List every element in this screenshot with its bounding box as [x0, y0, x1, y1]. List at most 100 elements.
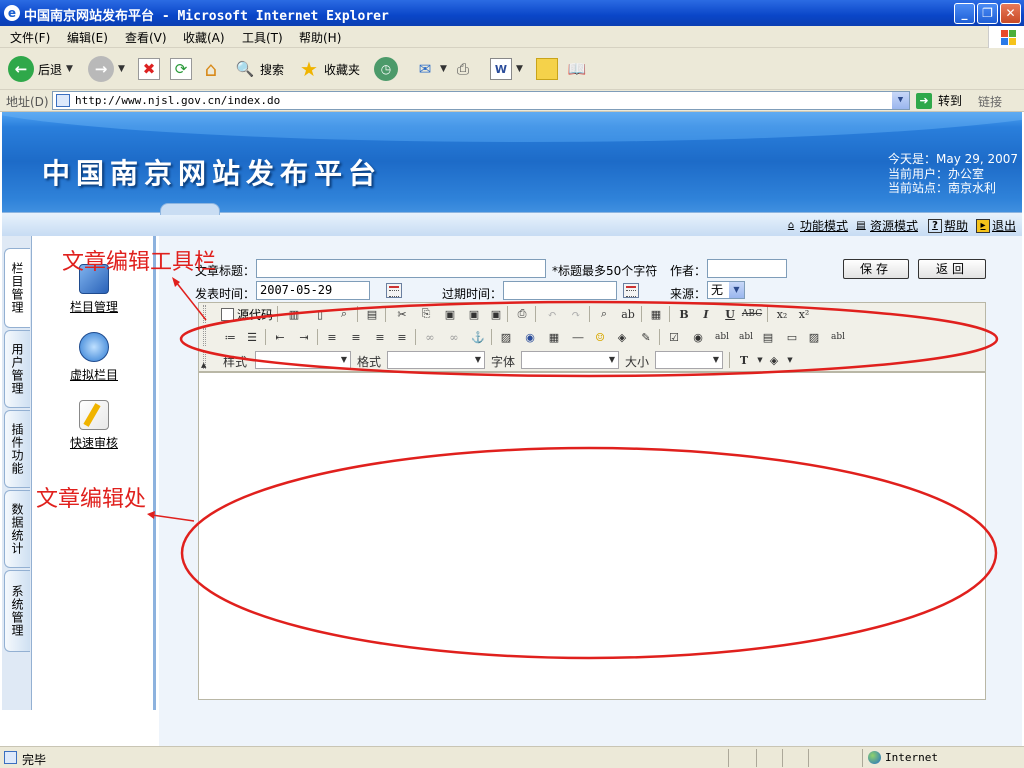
- style-select[interactable]: ▼: [255, 351, 351, 369]
- tab-column-management[interactable]: 栏目管理: [4, 248, 30, 328]
- numbered-list-icon[interactable]: ≔: [221, 328, 239, 346]
- text-field-icon[interactable]: abl: [713, 328, 731, 346]
- tab-system-management[interactable]: 系统管理: [4, 570, 30, 652]
- format-select[interactable]: ▼: [387, 351, 485, 369]
- collapse-toolbar-icon[interactable]: ▲: [201, 361, 206, 369]
- align-justify-icon[interactable]: ≡: [393, 328, 411, 346]
- menu-view[interactable]: 查看(V): [125, 29, 167, 46]
- quick-review-item[interactable]: 快速审核: [62, 400, 126, 451]
- size-select[interactable]: ▼: [655, 351, 723, 369]
- source-select[interactable]: 无 ▼: [707, 281, 745, 299]
- menu-file[interactable]: 文件(F): [10, 29, 50, 46]
- publish-time-input[interactable]: 2007-05-29: [256, 281, 370, 300]
- checkbox-icon[interactable]: ☑: [665, 328, 683, 346]
- horizontal-rule-icon[interactable]: ―: [569, 328, 587, 346]
- mail-button[interactable]: ✉ ▼: [414, 54, 447, 84]
- article-editor-area[interactable]: [198, 372, 986, 700]
- link-icon[interactable]: ∞: [421, 328, 439, 346]
- superscript-icon[interactable]: x²: [795, 305, 813, 323]
- favorites-button[interactable]: ★ 收藏夹: [298, 54, 360, 84]
- home-button[interactable]: ⌂: [200, 54, 222, 84]
- chevron-down-icon[interactable]: ▼: [781, 351, 799, 369]
- menu-help[interactable]: 帮助(H): [299, 29, 341, 46]
- chevron-down-icon[interactable]: ▼: [892, 92, 909, 109]
- replace-icon[interactable]: ab: [619, 305, 637, 323]
- resource-mode-link[interactable]: ▤ 资源模式: [854, 217, 918, 234]
- unlink-icon[interactable]: ∞: [445, 328, 463, 346]
- image-button-icon[interactable]: ▨: [805, 328, 823, 346]
- new-page-icon[interactable]: ▯: [311, 305, 329, 323]
- subscript-icon[interactable]: x₂: [773, 305, 791, 323]
- function-mode-link[interactable]: ⌂ 功能模式: [784, 217, 848, 234]
- textarea-icon[interactable]: abl: [737, 328, 755, 346]
- menu-edit[interactable]: 编辑(E): [67, 29, 108, 46]
- undo-icon[interactable]: ↶: [543, 305, 561, 323]
- tab-plugin-functions[interactable]: 插件功能: [4, 410, 30, 488]
- go-button[interactable]: ➜ 转到: [916, 92, 962, 109]
- research-button[interactable]: 📖: [566, 54, 588, 84]
- virtual-column-item[interactable]: 虚拟栏目: [62, 332, 126, 383]
- flash-icon[interactable]: ◉: [521, 328, 539, 346]
- author-input[interactable]: [707, 259, 787, 278]
- back-button[interactable]: ← 后退 ▼: [8, 54, 73, 84]
- radio-icon[interactable]: ◉: [689, 328, 707, 346]
- search-button[interactable]: 🔍 搜索: [234, 54, 284, 84]
- redo-icon[interactable]: ↷: [567, 305, 585, 323]
- source-code-button[interactable]: 源代码: [221, 306, 273, 323]
- copy-icon[interactable]: ⎘: [417, 305, 435, 323]
- logout-link[interactable]: ▸ 退出: [976, 217, 1016, 234]
- article-title-input[interactable]: [256, 259, 546, 278]
- align-right-icon[interactable]: ≡: [371, 328, 389, 346]
- button-field-icon[interactable]: ▭: [783, 328, 801, 346]
- expire-time-input[interactable]: [503, 281, 617, 300]
- edit-word-button[interactable]: W ▼: [490, 54, 523, 84]
- select-field-icon[interactable]: ▤: [759, 328, 777, 346]
- back-button-form[interactable]: 返回: [918, 259, 986, 279]
- menu-tools[interactable]: 工具(T): [242, 29, 283, 46]
- italic-icon[interactable]: I: [697, 305, 715, 323]
- save-button[interactable]: 保存: [843, 259, 909, 279]
- stop-button[interactable]: ✖: [138, 54, 160, 84]
- restore-button[interactable]: ❐: [977, 3, 998, 24]
- links-button[interactable]: 链接: [978, 93, 1002, 110]
- tab-user-management[interactable]: 用户管理: [4, 330, 30, 408]
- cut-icon[interactable]: ✂: [393, 305, 411, 323]
- table-icon[interactable]: ▦: [545, 328, 563, 346]
- minimize-button[interactable]: _: [954, 3, 975, 24]
- page-break-icon[interactable]: ✎: [637, 328, 655, 346]
- anchor-icon[interactable]: ⚓: [469, 328, 487, 346]
- history-button[interactable]: ◷: [374, 54, 398, 84]
- menu-favorites[interactable]: 收藏(A): [183, 29, 225, 46]
- bold-icon[interactable]: B: [675, 305, 693, 323]
- calendar-icon[interactable]: [623, 283, 639, 298]
- outdent-icon[interactable]: ⇤: [271, 328, 289, 346]
- align-left-icon[interactable]: ≡: [323, 328, 341, 346]
- refresh-button[interactable]: ⟳: [170, 54, 192, 84]
- help-link[interactable]: ? 帮助: [928, 217, 968, 234]
- paste-icon[interactable]: ▣: [441, 305, 459, 323]
- print-button[interactable]: ⎙: [452, 54, 474, 84]
- window-titlebar[interactable]: e 中国南京网站发布平台 - Microsoft Internet Explor…: [0, 0, 1024, 26]
- tab-data-statistics[interactable]: 数据统计: [4, 490, 30, 568]
- indent-icon[interactable]: ⇥: [295, 328, 313, 346]
- strikethrough-icon[interactable]: ABC: [742, 305, 762, 323]
- special-char-icon[interactable]: ◈: [613, 328, 631, 346]
- font-select[interactable]: ▼: [521, 351, 619, 369]
- smiley-icon[interactable]: ☺: [591, 328, 609, 346]
- preview-icon[interactable]: ⌕: [335, 305, 353, 323]
- calendar-icon[interactable]: [386, 283, 402, 298]
- close-button[interactable]: ✕: [1000, 3, 1021, 24]
- paste-text-icon[interactable]: ▣: [465, 305, 483, 323]
- print-icon[interactable]: ⎙: [513, 305, 531, 323]
- select-all-icon[interactable]: ▦: [647, 305, 665, 323]
- forward-button[interactable]: → ▼: [88, 54, 125, 84]
- find-icon[interactable]: ⌕: [595, 305, 613, 323]
- bulleted-list-icon[interactable]: ☰: [243, 328, 261, 346]
- save-doc-icon[interactable]: ▥: [285, 305, 303, 323]
- underline-icon[interactable]: U: [721, 305, 739, 323]
- align-center-icon[interactable]: ≡: [347, 328, 365, 346]
- paste-word-icon[interactable]: ▣: [487, 305, 505, 323]
- hidden-field-icon[interactable]: abl: [829, 328, 847, 346]
- discuss-button[interactable]: [536, 54, 558, 84]
- image-icon[interactable]: ▨: [497, 328, 515, 346]
